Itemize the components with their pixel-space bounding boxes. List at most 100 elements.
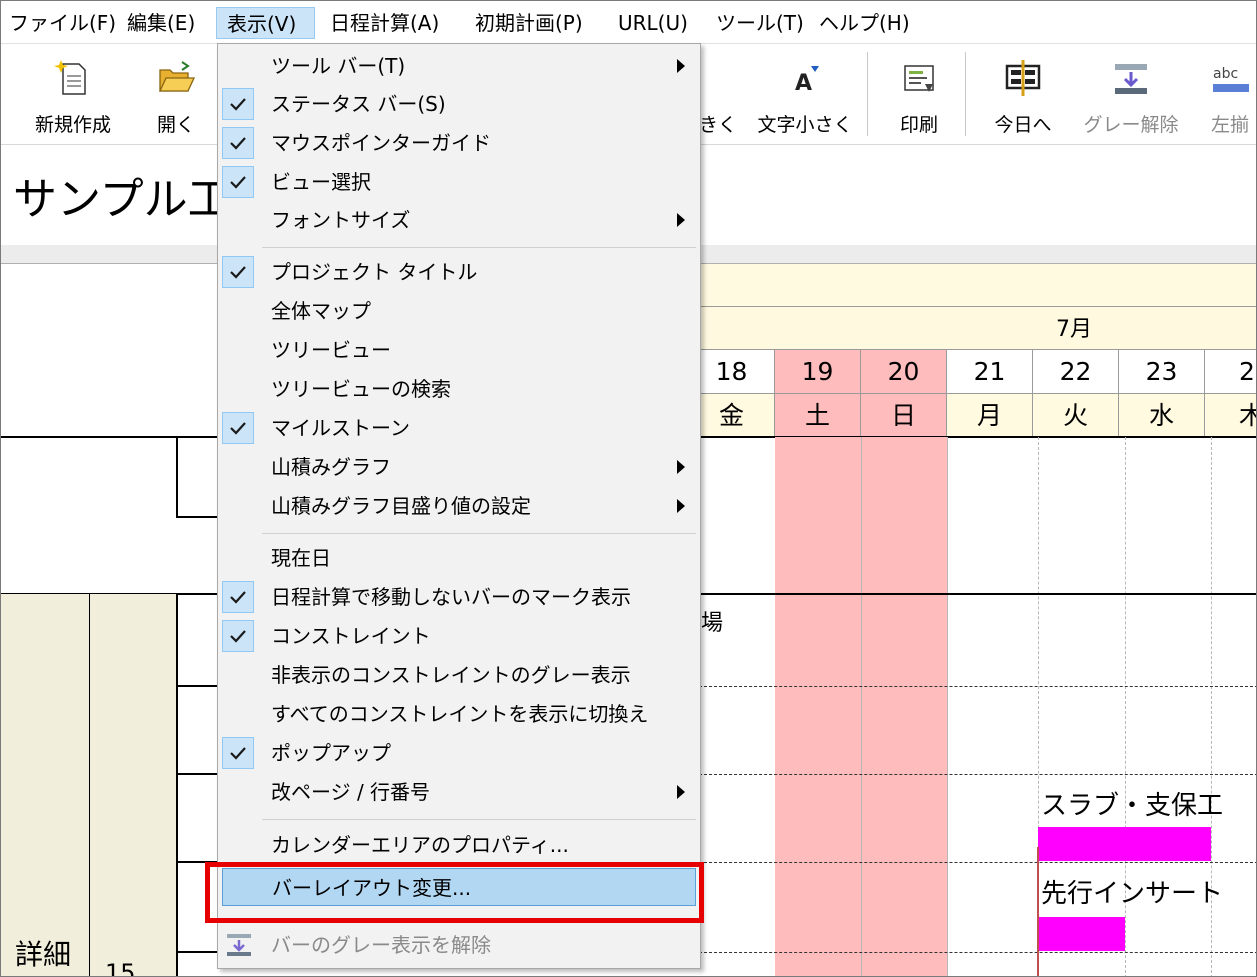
menu-schedule[interactable]: 日程計算(A) xyxy=(330,7,439,39)
view-menu-item[interactable]: 改ページ / 行番号 xyxy=(218,773,700,811)
new-button[interactable]: 新規作成 xyxy=(15,50,131,138)
submenu-arrow-icon xyxy=(677,213,685,227)
view-menu-item[interactable]: コンストレイント xyxy=(218,617,700,655)
menu-view[interactable]: 表示(V) xyxy=(216,7,315,39)
menu-url[interactable]: URL(U) xyxy=(618,7,688,39)
weekend-column xyxy=(861,437,947,976)
view-menu-item[interactable]: 現在日 xyxy=(218,539,700,577)
task-label[interactable]: スラブ・支保工 xyxy=(1041,785,1223,822)
menu-file[interactable]: ファイル(F) xyxy=(9,7,116,39)
view-menu-item[interactable]: ポップアップ xyxy=(218,734,700,772)
view-menu-item[interactable]: 日程計算で移動しないバーのマーク表示 xyxy=(218,578,700,616)
day-cell: 20 xyxy=(861,349,947,393)
view-menu-item[interactable]: プロジェクト タイトル xyxy=(218,253,700,291)
font-larger-label: きく xyxy=(699,114,738,136)
tree-line xyxy=(89,594,90,976)
view-menu-item[interactable]: すべてのコンストレイントを表示に切換え xyxy=(218,695,700,733)
view-menu-item[interactable]: ツリービュー xyxy=(218,331,700,369)
day-cell: 19 xyxy=(775,349,861,393)
view-menu-item[interactable]: 全体マップ xyxy=(218,292,700,330)
view-menu-item-label: カレンダーエリアのプロパティ... xyxy=(271,833,569,857)
highlight-annotation-box xyxy=(205,862,704,923)
grid-line xyxy=(947,437,948,976)
day-cell: 2 xyxy=(1205,349,1256,393)
row-number: 15 xyxy=(105,959,136,977)
weekday-cell: 土 xyxy=(775,393,861,436)
view-menu-item-label: ツリービューの検索 xyxy=(271,377,451,401)
month-label: 7月 xyxy=(1056,317,1092,342)
menu-edit[interactable]: 編集(E) xyxy=(127,7,195,39)
view-menu-item[interactable]: ステータス バー(S) xyxy=(218,85,700,123)
view-menu-item-label: ステータス バー(S) xyxy=(271,92,446,116)
view-menu-item[interactable]: マイルストーン xyxy=(218,409,700,447)
weekday-cell: 金 xyxy=(689,393,775,436)
view-menu-item-label: 非表示のコンストレイントのグレー表示 xyxy=(271,663,631,687)
task-bar[interactable] xyxy=(1038,917,1125,951)
font-smaller-button[interactable]: A 文字小さく xyxy=(749,50,861,138)
tree-line xyxy=(176,516,221,518)
view-menu-item-label: 山積みグラフ xyxy=(271,455,391,479)
align-left-button[interactable]: abc 左揃 xyxy=(1201,50,1256,138)
view-menu-item-label: すべてのコンストレイントを表示に切換え xyxy=(271,702,649,726)
task-bar[interactable] xyxy=(1038,827,1211,861)
menu-help[interactable]: ヘルプ(H) xyxy=(819,7,910,39)
ungray-icon xyxy=(224,930,254,960)
menubar: ファイル(F) 編集(E) 表示(V) 日程計算(A) 初期計画(P) URL(… xyxy=(1,1,1256,44)
view-menu-item[interactable]: 山積みグラフ xyxy=(218,448,700,486)
view-menu-item-label: プロジェクト タイトル xyxy=(271,260,478,284)
open-button[interactable]: 開く xyxy=(141,50,211,138)
day-cell: 23 xyxy=(1119,349,1205,393)
detail-label: 詳細 xyxy=(15,938,72,971)
checkmark-icon xyxy=(222,581,254,613)
view-menu-item-label: コンストレイント xyxy=(271,624,431,648)
menu-separator xyxy=(262,533,696,534)
weekend-column xyxy=(775,437,861,976)
project-title: サンプル工 xyxy=(13,174,232,225)
view-menu-item[interactable]: フォントサイズ xyxy=(218,201,700,239)
svg-text:A: A xyxy=(795,71,812,96)
view-menu-item-label: バーのグレー表示を解除 xyxy=(271,933,491,957)
view-menu-item-label: マウスポインターガイド xyxy=(271,131,491,155)
grid-line xyxy=(861,437,862,976)
view-menu-item-label: 日程計算で移動しないバーのマーク表示 xyxy=(271,585,631,609)
new-document-icon xyxy=(54,60,86,95)
checkmark-icon xyxy=(222,88,254,120)
today-button[interactable]: 今日へ xyxy=(977,50,1069,138)
print-icon xyxy=(904,65,934,92)
font-larger-button[interactable]: きく xyxy=(699,50,738,138)
constraint-line xyxy=(1037,847,1039,976)
menu-tools[interactable]: ツール(T) xyxy=(716,7,804,39)
today-icon xyxy=(1005,60,1041,96)
checkmark-icon xyxy=(222,127,254,159)
ungray-button[interactable]: グレー解除 xyxy=(1079,50,1183,138)
view-menu-item-label: 山積みグラフ目盛り値の設定 xyxy=(271,494,531,518)
view-menu-item-label: フォントサイズ xyxy=(271,208,411,232)
align-left-icon: abc xyxy=(1213,66,1249,92)
view-menu-item[interactable]: マウスポインターガイド xyxy=(218,124,700,162)
view-menu-item-label: ビュー選択 xyxy=(271,170,371,194)
tree-line xyxy=(176,773,221,775)
view-menu-item[interactable]: 非表示のコンストレイントのグレー表示 xyxy=(218,656,700,694)
view-menu-item[interactable]: ツール バー(T) xyxy=(218,47,700,85)
task-label-partial: 場 xyxy=(701,611,724,636)
menu-initial-plan[interactable]: 初期計画(P) xyxy=(475,7,583,39)
view-menu-item-label: マイルストーン xyxy=(271,416,410,440)
view-menu-item[interactable]: ツリービューの検索 xyxy=(218,370,700,408)
weekday-cell: 月 xyxy=(947,393,1033,436)
view-menu-item-label: ツール バー(T) xyxy=(271,54,406,78)
view-menu-item-label: 現在日 xyxy=(271,546,331,570)
row-divider xyxy=(699,952,1256,953)
view-menu-item[interactable]: 山積みグラフ目盛り値の設定 xyxy=(218,487,700,525)
submenu-arrow-icon xyxy=(677,785,685,799)
weekday-cell: 水 xyxy=(1119,393,1205,436)
view-menu-item-label: ポップアップ xyxy=(271,741,391,765)
font-smaller-label: 文字小さく xyxy=(757,114,853,136)
view-menu-dropdown: ツール バー(T) ステータス バー(S) マウスポインターガイド ビュー選択フォント… xyxy=(217,43,701,969)
print-button[interactable]: 印刷 xyxy=(879,50,959,138)
view-menu-item[interactable]: ビュー選択 xyxy=(218,163,700,201)
task-label[interactable]: 先行インサート xyxy=(1041,873,1223,910)
view-menu-item[interactable]: カレンダーエリアのプロパティ... xyxy=(218,826,700,864)
submenu-arrow-icon xyxy=(677,460,685,474)
weekday-cell: 火 xyxy=(1033,393,1119,436)
today-label: 今日へ xyxy=(994,114,1052,136)
